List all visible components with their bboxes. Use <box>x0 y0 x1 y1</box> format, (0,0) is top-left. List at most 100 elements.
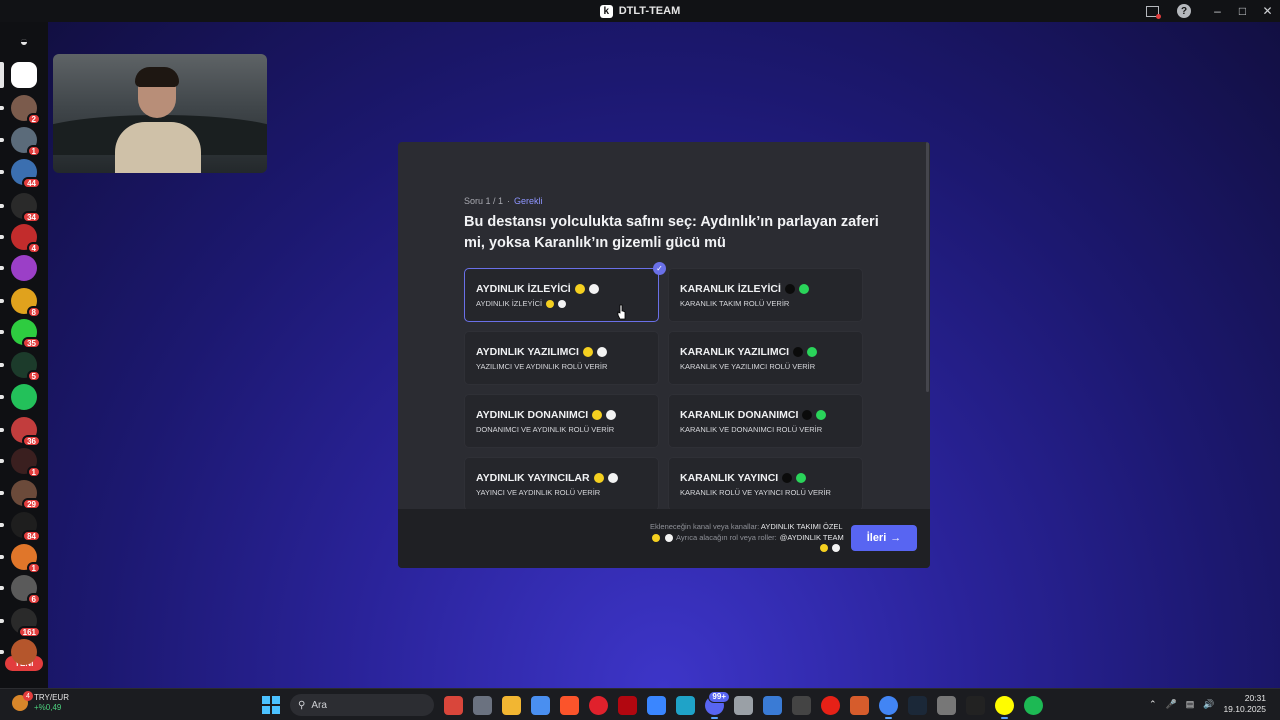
server-18[interactable]: 161 <box>11 608 41 638</box>
server-2[interactable]: 2 <box>11 95 41 125</box>
windows-start-icon[interactable] <box>262 696 280 714</box>
server-6[interactable]: 4 <box>11 224 41 254</box>
option-subtitle-text: DONANIMCI VE AYDINLIK ROLÜ VERİR <box>476 425 615 434</box>
server-14[interactable]: 29 <box>11 480 41 510</box>
speed-icon[interactable] <box>937 695 956 715</box>
microphone-icon[interactable]: 🎤 <box>1166 699 1177 710</box>
close-button[interactable]: ✕ <box>1255 0 1280 22</box>
server-13[interactable]: 1 <box>11 448 41 478</box>
stock-icon <box>12 691 33 711</box>
copilot-icon[interactable] <box>531 695 550 715</box>
option-card[interactable]: KARANLIK İZLEYİCİ KARANLIK TAKIM ROLÜ VER… <box>668 268 863 322</box>
taskbar-search[interactable]: ⚲ Ara <box>290 694 434 716</box>
mention-badge: 4 <box>26 242 41 254</box>
mention-badge: 1 <box>26 562 41 574</box>
server-7[interactable] <box>11 255 37 281</box>
option-title-text: KARANLIK YAZILIMCI <box>680 346 790 358</box>
mention-badge: 44 <box>22 177 41 189</box>
unread-indicator <box>0 428 4 432</box>
chevron-up-icon[interactable]: ⌃ <box>1149 699 1157 710</box>
role-dot-icon <box>596 347 607 357</box>
discord-icon[interactable]: 99+ <box>705 690 730 719</box>
webcam-overlay[interactable] <box>53 54 267 173</box>
titlebar-controls: ? – □ ✕ <box>1146 0 1280 22</box>
server-11[interactable] <box>11 384 37 410</box>
epic-games-icon[interactable] <box>966 695 985 715</box>
option-title: KARANLIK DONANIMCI <box>680 409 827 421</box>
channels-value: AYDINLIK TAKIMI ÖZEL <box>760 522 843 531</box>
server-12[interactable]: 36 <box>11 417 41 447</box>
volume-icon[interactable]: 🔊 <box>1203 699 1214 710</box>
media-icon[interactable] <box>763 695 782 715</box>
modal-scrollbar[interactable] <box>926 142 929 392</box>
opera-icon[interactable] <box>589 695 608 715</box>
option-card[interactable]: KARANLIK YAYINCI KARANLIK ROLÜ VE YAYINCI… <box>668 457 863 511</box>
option-title: AYDINLIK DONANIMCI <box>476 409 617 421</box>
file-explorer-icon[interactable] <box>502 695 521 715</box>
role-dot-icon <box>558 299 567 308</box>
inbox-icon[interactable] <box>1146 5 1161 19</box>
mention-badge: 1 <box>26 466 41 478</box>
option-subtitle: KARANLIK TAKIM ROLÜ VERİR <box>680 299 789 308</box>
app-icon[interactable] <box>850 695 869 715</box>
server-4[interactable]: 44 <box>11 159 41 189</box>
netflix-icon[interactable] <box>618 695 637 715</box>
unread-indicator <box>0 62 4 88</box>
edge-icon[interactable] <box>676 695 695 715</box>
option-card[interactable]: AYDINLIK YAZILIMCI YAZILIMCI VE AYDINLIK … <box>464 331 659 385</box>
yellow-dot-icon <box>652 533 660 542</box>
option-subtitle-text: KARANLIK TAKIM ROLÜ VERİR <box>680 299 790 308</box>
hand-cursor-icon <box>617 304 626 320</box>
brave-icon[interactable] <box>560 695 579 715</box>
youtube-icon[interactable] <box>821 695 840 715</box>
mention-badge: 8 <box>26 306 41 318</box>
option-subtitle-text: KARANLIK VE YAZILIMCI ROLÜ VERİR <box>680 362 816 371</box>
option-title: KARANLIK YAYINCI <box>680 472 807 484</box>
window-title-area: k DTLT-TEAM <box>0 0 1280 22</box>
snapchat-icon[interactable] <box>995 695 1014 719</box>
option-card[interactable]: KARANLIK DONANIMCI KARANLIK VE DONANIMCI … <box>668 394 863 448</box>
option-card[interactable]: AYDINLIK YAYINCILAR YAYINCI VE AYDINLIK R… <box>464 457 659 511</box>
server-5[interactable]: 34 <box>11 193 41 223</box>
server-10[interactable]: 5 <box>11 352 41 382</box>
server-9[interactable]: 35 <box>11 319 41 349</box>
minimize-button[interactable]: – <box>1205 0 1230 22</box>
discord-home-icon[interactable]: ◒ <box>11 28 37 54</box>
server-19[interactable] <box>11 639 37 665</box>
yellow-dot-icon <box>820 544 828 552</box>
role-dot-icon <box>582 347 593 357</box>
server-17[interactable]: 6 <box>11 575 41 605</box>
mention-badge: 161 <box>17 626 41 638</box>
role-dot-icon <box>816 410 827 420</box>
fruit-widget-icon[interactable] <box>444 695 463 715</box>
option-card[interactable]: AYDINLIK DONANIMCI DONANIMCI VE AYDINLIK … <box>464 394 659 448</box>
search-icon: ⚲ <box>298 699 306 711</box>
chrome-icon[interactable] <box>879 695 898 719</box>
unread-indicator <box>0 650 4 654</box>
dtlt-team-server[interactable] <box>11 62 37 88</box>
next-button[interactable]: İleri → <box>851 525 917 551</box>
server-8[interactable]: 8 <box>11 288 41 318</box>
notification-badge: 99+ <box>708 690 730 703</box>
spotify-icon[interactable] <box>1024 695 1043 715</box>
clock[interactable]: 20:31 19.10.2025 <box>1223 693 1266 715</box>
stock-widget[interactable]: TRY/EUR +%0,49 <box>12 691 69 713</box>
arrow-right-icon: → <box>890 532 902 544</box>
unread-indicator <box>0 523 4 527</box>
obs-icon[interactable] <box>792 695 811 715</box>
network-icon[interactable]: ▤ <box>1186 699 1195 710</box>
server-3[interactable]: 1 <box>11 127 41 157</box>
task-view-icon[interactable] <box>473 695 492 715</box>
help-icon[interactable]: ? <box>1177 4 1191 18</box>
server-16[interactable]: 1 <box>11 544 41 574</box>
maximize-button[interactable]: □ <box>1230 0 1255 22</box>
store-icon[interactable] <box>647 695 666 715</box>
footer-roles: Ayrıca alacağın rol veya roller: @AYDINL… <box>650 533 844 542</box>
option-card[interactable]: AYDINLIK İZLEYİCİ AYDINLIK İZLEYİCİ <box>464 268 659 322</box>
option-subtitle: KARANLIK VE YAZILIMCI ROLÜ VERİR <box>680 362 815 371</box>
option-card[interactable]: KARANLIK YAZILIMCI KARANLIK VE YAZILIMCI … <box>668 331 863 385</box>
server-15[interactable]: 84 <box>11 512 41 542</box>
steam-icon[interactable] <box>908 695 927 715</box>
footer-role-dots <box>818 544 840 552</box>
settings-icon[interactable] <box>734 695 753 715</box>
